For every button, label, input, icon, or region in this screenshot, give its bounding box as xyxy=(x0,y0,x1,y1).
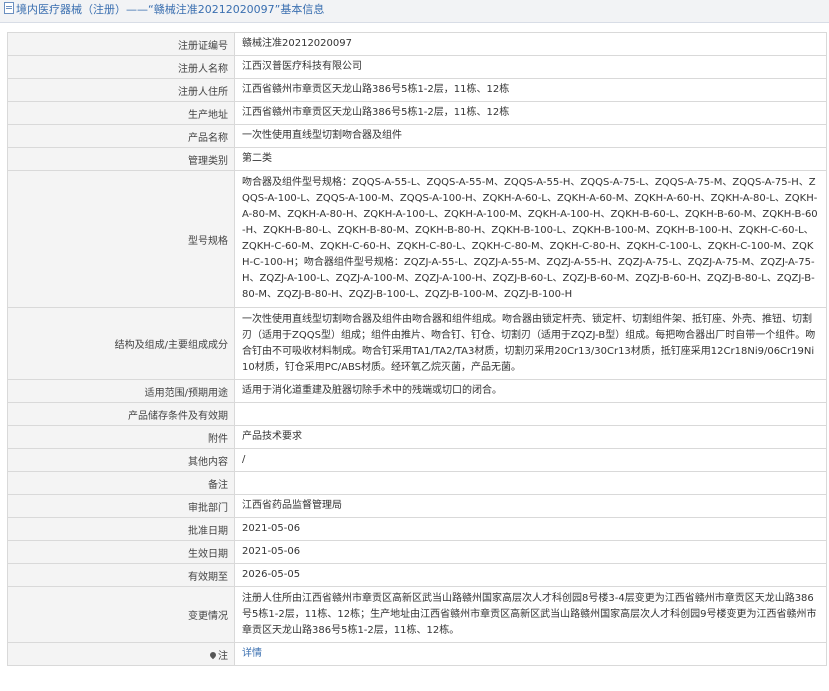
note-label-cell: 注 xyxy=(7,642,235,666)
table-row: 注册证编号 赣械注准20212020097 xyxy=(7,32,827,56)
field-value: 吻合器及组件型号规格：ZQQS-A-55-L、ZQQS-A-55-M、ZQQS-… xyxy=(234,170,827,308)
field-label: 型号规格 xyxy=(7,170,235,308)
field-value: 江西省药品监督管理局 xyxy=(234,494,827,518)
field-value xyxy=(234,471,827,495)
field-label: 注册人住所 xyxy=(7,78,235,102)
field-label: 生产地址 xyxy=(7,101,235,125)
table-row: 有效期至 2026-05-05 xyxy=(7,563,827,587)
table-row: 生效日期 2021-05-06 xyxy=(7,540,827,564)
field-value: 江西省赣州市章贡区天龙山路386号5栋1-2层，11栋、12栋 xyxy=(234,78,827,102)
table-row: 生产地址 江西省赣州市章贡区天龙山路386号5栋1-2层，11栋、12栋 xyxy=(7,101,827,125)
table-row: 批准日期 2021-05-06 xyxy=(7,517,827,541)
field-label: 生效日期 xyxy=(7,540,235,564)
table-row: 注册人住所 江西省赣州市章贡区天龙山路386号5栋1-2层，11栋、12栋 xyxy=(7,78,827,102)
field-value: 2021-05-06 xyxy=(234,517,827,541)
field-value: 适用于消化道重建及脏器切除手术中的残端或切口的闭合。 xyxy=(234,379,827,403)
field-label: 结构及组成/主要组成成分 xyxy=(7,307,235,380)
field-value: 第二类 xyxy=(234,147,827,171)
field-value: 详情 xyxy=(234,642,827,666)
table-row: 审批部门 江西省药品监督管理局 xyxy=(7,494,827,518)
field-value: 一次性使用直线型切割吻合器及组件由吻合器和组件组成。吻合器由锁定杆壳、锁定杆、切… xyxy=(234,307,827,380)
field-label: 产品储存条件及有效期 xyxy=(7,402,235,426)
field-label: 备注 xyxy=(7,471,235,495)
field-value: 江西汉普医疗科技有限公司 xyxy=(234,55,827,79)
field-value: 2021-05-06 xyxy=(234,540,827,564)
table-row: 其他内容 / xyxy=(7,448,827,472)
table-row: 产品名称 一次性使用直线型切割吻合器及组件 xyxy=(7,124,827,148)
table-row: 备注 xyxy=(7,471,827,495)
field-label: 管理类别 xyxy=(7,147,235,171)
field-value: 一次性使用直线型切割吻合器及组件 xyxy=(234,124,827,148)
field-label: 注册人名称 xyxy=(7,55,235,79)
field-value xyxy=(234,402,827,426)
details-link[interactable]: 详情 xyxy=(242,648,262,659)
table-row: 管理类别 第二类 xyxy=(7,147,827,171)
field-value: 注册人住所由江西省赣州市章贡区高新区武当山路赣州国家高层次人才科创园8号楼3-4… xyxy=(234,586,827,643)
field-label: 注册证编号 xyxy=(7,32,235,56)
table-row: 产品储存条件及有效期 xyxy=(7,402,827,426)
page-header: 境内医疗器械（注册）——“赣械注准20212020097”基本信息 xyxy=(0,0,829,23)
document-icon xyxy=(4,2,14,14)
field-label: 变更情况 xyxy=(7,586,235,643)
field-label: 产品名称 xyxy=(7,124,235,148)
pin-icon xyxy=(208,650,218,659)
table-row: 注册人名称 江西汉普医疗科技有限公司 xyxy=(7,55,827,79)
field-value: / xyxy=(234,448,827,472)
table-row: 适用范围/预期用途 适用于消化道重建及脏器切除手术中的残端或切口的闭合。 xyxy=(7,379,827,403)
field-label: 其他内容 xyxy=(7,448,235,472)
field-label: 有效期至 xyxy=(7,563,235,587)
field-label: 附件 xyxy=(7,425,235,449)
field-label: 注 xyxy=(218,650,228,662)
field-value: 赣械注准20212020097 xyxy=(234,32,827,56)
field-value: 产品技术要求 xyxy=(234,425,827,449)
field-label: 审批部门 xyxy=(7,494,235,518)
field-value: 2026-05-05 xyxy=(234,563,827,587)
table-row: 结构及组成/主要组成成分 一次性使用直线型切割吻合器及组件由吻合器和组件组成。吻… xyxy=(7,307,827,380)
field-label: 适用范围/预期用途 xyxy=(7,379,235,403)
table-row: 变更情况 注册人住所由江西省赣州市章贡区高新区武当山路赣州国家高层次人才科创园8… xyxy=(7,586,827,643)
table-row: 型号规格 吻合器及组件型号规格：ZQQS-A-55-L、ZQQS-A-55-M、… xyxy=(7,170,827,308)
field-label: 批准日期 xyxy=(7,517,235,541)
table-row: 附件 产品技术要求 xyxy=(7,425,827,449)
field-value: 江西省赣州市章贡区天龙山路386号5栋1-2层，11栋、12栋 xyxy=(234,101,827,125)
detail-table: 注册证编号 赣械注准20212020097 注册人名称 江西汉普医疗科技有限公司… xyxy=(7,32,827,666)
page-title: 境内医疗器械（注册）——“赣械注准20212020097”基本信息 xyxy=(16,3,325,16)
table-row: 注 详情 xyxy=(7,642,827,666)
